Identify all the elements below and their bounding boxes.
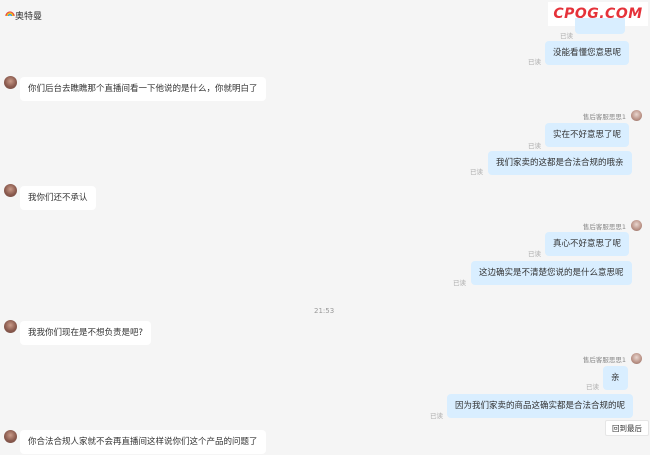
- outgoing-message: 亲: [603, 366, 628, 390]
- read-status: 已读: [528, 142, 541, 150]
- agent-avatar[interactable]: [631, 220, 642, 231]
- agent-name: 售后客服思思1: [582, 113, 626, 121]
- customer-avatar[interactable]: [4, 76, 17, 89]
- read-status: 已读: [430, 412, 443, 420]
- read-status: 已读: [528, 58, 541, 66]
- outgoing-message: 我们家卖的这都是合法合规的哦亲: [488, 151, 632, 175]
- outgoing-message: 这边确实是不清楚您说的是什么意思呢: [471, 261, 632, 285]
- read-status: 已读: [453, 279, 466, 287]
- customer-avatar[interactable]: [4, 184, 17, 197]
- back-to-bottom-button[interactable]: 回到最后: [605, 420, 649, 436]
- incoming-message: 我你们还不承认: [20, 186, 96, 210]
- outgoing-message: 实在不好意思了呢: [545, 123, 630, 147]
- read-status: 已读: [586, 383, 599, 391]
- outgoing-message: 没能看懂您意思呢: [545, 41, 630, 65]
- store-name[interactable]: 奥特曼: [15, 9, 42, 22]
- read-status: 已读: [470, 168, 483, 176]
- incoming-message: 我我你们现在是不想负责是吧?: [20, 321, 152, 345]
- incoming-message: 你合法合规人家就不会再直播间这样说你们这个产品的问题了: [20, 430, 266, 454]
- outgoing-message: 真心不好意思了呢: [545, 232, 630, 256]
- incoming-message: 你们后台去瞧瞧那个直播间看一下他说的是什么，你就明白了: [20, 77, 266, 101]
- agent-name: 售后客服思思1: [582, 356, 626, 364]
- rainbow-icon: [5, 11, 15, 17]
- read-status: 已读: [528, 250, 541, 258]
- agent-avatar[interactable]: [631, 353, 642, 364]
- outgoing-message: 因为我们家卖的商品这确实都是合法合规的呢: [447, 394, 634, 418]
- customer-avatar[interactable]: [4, 430, 17, 443]
- customer-avatar[interactable]: [4, 320, 17, 333]
- agent-avatar[interactable]: [631, 110, 642, 121]
- read-status: 已读: [560, 32, 573, 40]
- outgoing-message: [575, 18, 625, 34]
- time-divider: 21:53: [314, 307, 335, 315]
- agent-name: 售后客服思思1: [582, 223, 626, 231]
